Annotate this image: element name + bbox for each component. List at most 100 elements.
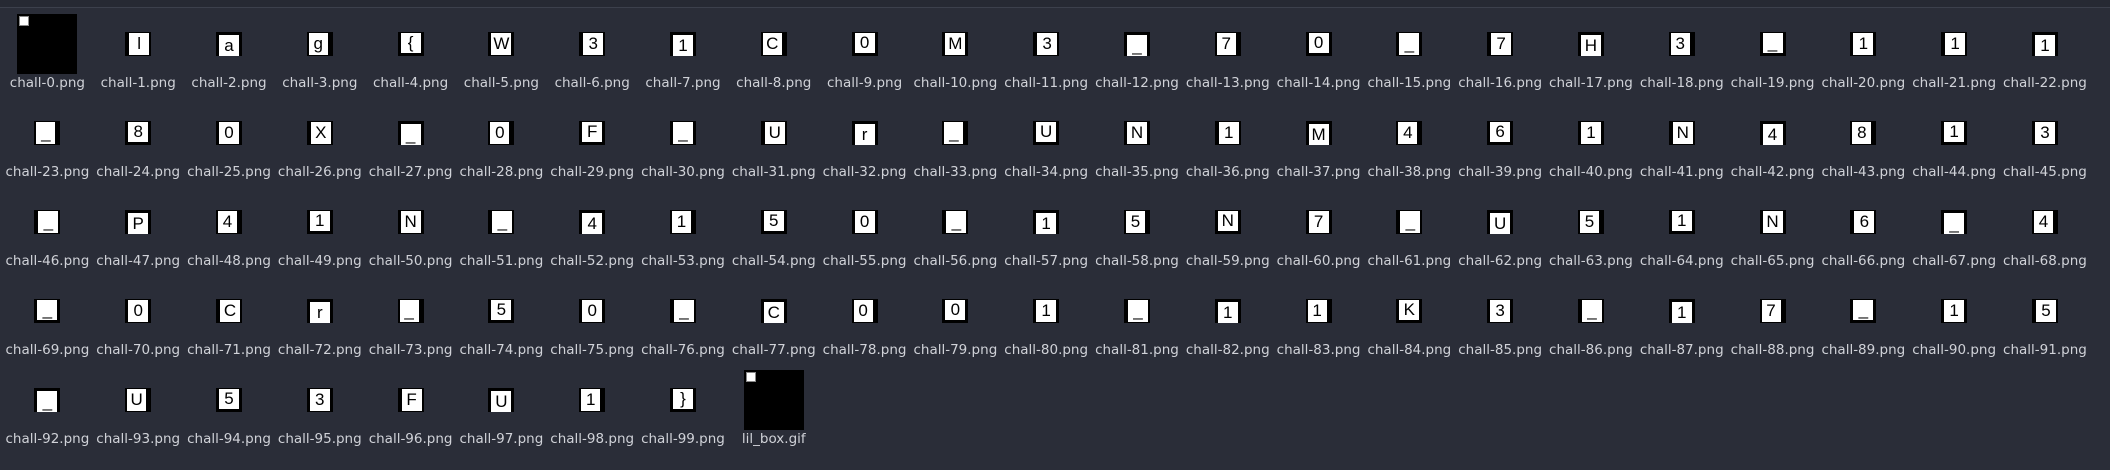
file-item[interactable]: r chall-32.png	[819, 97, 910, 186]
file-item[interactable]: 1 chall-87.png	[1636, 275, 1727, 364]
file-item[interactable]: 1 chall-64.png	[1636, 186, 1727, 275]
file-item[interactable]: 6 chall-39.png	[1455, 97, 1546, 186]
file-item[interactable]: 3 chall-45.png	[2000, 97, 2091, 186]
file-item[interactable]: 8 chall-43.png	[1818, 97, 1909, 186]
file-item[interactable]: 1 chall-57.png	[1001, 186, 1092, 275]
file-item[interactable]: 5 chall-58.png	[1092, 186, 1183, 275]
file-item[interactable]: _ chall-56.png	[910, 186, 1001, 275]
file-item[interactable]: 1 chall-49.png	[274, 186, 365, 275]
file-item[interactable]: 0 chall-75.png	[547, 275, 638, 364]
file-item[interactable]: 5 chall-74.png	[456, 275, 547, 364]
file-item[interactable]: _ chall-27.png	[365, 97, 456, 186]
file-item[interactable]: _ chall-33.png	[910, 97, 1001, 186]
file-item[interactable]: 1 chall-22.png	[2000, 8, 2091, 97]
file-item[interactable]: _ chall-15.png	[1364, 8, 1455, 97]
file-item[interactable]: _ chall-51.png	[456, 186, 547, 275]
file-item[interactable]: Pchall-47.png	[93, 186, 184, 275]
file-item[interactable]: Fchall-96.png	[365, 364, 456, 453]
file-item[interactable]: Hchall-17.png	[1546, 8, 1637, 97]
file-item[interactable]: 1 chall-83.png	[1273, 275, 1364, 364]
file-item[interactable]: Cchall-8.png	[728, 8, 819, 97]
file-item[interactable]: 1 chall-21.png	[1909, 8, 2000, 97]
file-item[interactable]: 3 chall-6.png	[547, 8, 638, 97]
file-item[interactable]: Nchall-41.png	[1636, 97, 1727, 186]
file-item[interactable]: 1 chall-98.png	[547, 364, 638, 453]
file-item[interactable]: 7 chall-88.png	[1727, 275, 1818, 364]
file-item[interactable]: chall-0.png	[2, 8, 93, 97]
file-item[interactable]: l chall-1.png	[93, 8, 184, 97]
file-item[interactable]: 1 chall-20.png	[1818, 8, 1909, 97]
file-item[interactable]: 6 chall-66.png	[1818, 186, 1909, 275]
file-item[interactable]: 4 chall-38.png	[1364, 97, 1455, 186]
file-item[interactable]: 0 chall-28.png	[456, 97, 547, 186]
file-item[interactable]: 1 chall-90.png	[1909, 275, 2000, 364]
file-item[interactable]: Nchall-59.png	[1182, 186, 1273, 275]
file-item[interactable]: Wchall-5.png	[456, 8, 547, 97]
file-item[interactable]: 7 chall-60.png	[1273, 186, 1364, 275]
file-item[interactable]: 7 chall-13.png	[1182, 8, 1273, 97]
file-item[interactable]: {chall-4.png	[365, 8, 456, 97]
file-item[interactable]: g chall-3.png	[274, 8, 365, 97]
file-item[interactable]: 0 chall-9.png	[819, 8, 910, 97]
file-item[interactable]: a chall-2.png	[184, 8, 275, 97]
file-item[interactable]: 1 chall-36.png	[1182, 97, 1273, 186]
file-item[interactable]: Cchall-71.png	[184, 275, 275, 364]
file-item[interactable]: 5 chall-63.png	[1546, 186, 1637, 275]
file-item[interactable]: _ chall-86.png	[1546, 275, 1637, 364]
file-item[interactable]: _ chall-61.png	[1364, 186, 1455, 275]
file-item[interactable]: 3 chall-11.png	[1001, 8, 1092, 97]
file-item[interactable]: 0 chall-79.png	[910, 275, 1001, 364]
file-item[interactable]: 1 chall-44.png	[1909, 97, 2000, 186]
file-item[interactable]: _ chall-73.png	[365, 275, 456, 364]
file-item[interactable]: 0 chall-55.png	[819, 186, 910, 275]
file-item[interactable]: 1 chall-80.png	[1001, 275, 1092, 364]
file-item[interactable]: 1 chall-7.png	[638, 8, 729, 97]
file-item[interactable]: _ chall-92.png	[2, 364, 93, 453]
file-item[interactable]: r chall-72.png	[274, 275, 365, 364]
file-item[interactable]: Uchall-62.png	[1455, 186, 1546, 275]
file-item[interactable]: 0 chall-70.png	[93, 275, 184, 364]
file-item[interactable]: 4 chall-68.png	[2000, 186, 2091, 275]
file-item[interactable]: _ chall-30.png	[638, 97, 729, 186]
file-item[interactable]: Uchall-93.png	[93, 364, 184, 453]
file-item[interactable]: 4 chall-42.png	[1727, 97, 1818, 186]
file-item[interactable]: Uchall-97.png	[456, 364, 547, 453]
file-item[interactable]: _ chall-76.png	[638, 275, 729, 364]
file-item[interactable]: 5 chall-94.png	[184, 364, 275, 453]
file-item[interactable]: Nchall-50.png	[365, 186, 456, 275]
file-item[interactable]: _ chall-12.png	[1092, 8, 1183, 97]
file-item[interactable]: 0 chall-14.png	[1273, 8, 1364, 97]
file-item[interactable]: 0 chall-78.png	[819, 275, 910, 364]
file-item[interactable]: } chall-99.png	[638, 364, 729, 453]
file-item[interactable]: 1 chall-82.png	[1182, 275, 1273, 364]
file-item[interactable]: _ chall-69.png	[2, 275, 93, 364]
file-item[interactable]: _ chall-46.png	[2, 186, 93, 275]
file-item[interactable]: _ chall-81.png	[1092, 275, 1183, 364]
file-item[interactable]: _ chall-23.png	[2, 97, 93, 186]
file-item[interactable]: 1 chall-40.png	[1546, 97, 1637, 186]
file-item[interactable]: lil_box.gif	[728, 364, 819, 453]
file-item[interactable]: 5 chall-54.png	[728, 186, 819, 275]
file-item[interactable]: _ chall-89.png	[1818, 275, 1909, 364]
file-item[interactable]: 3 chall-18.png	[1636, 8, 1727, 97]
file-item[interactable]: Kchall-84.png	[1364, 275, 1455, 364]
file-item[interactable]: 8 chall-24.png	[93, 97, 184, 186]
file-item[interactable]: 7 chall-16.png	[1455, 8, 1546, 97]
file-item[interactable]: Fchall-29.png	[547, 97, 638, 186]
file-item[interactable]: 4 chall-48.png	[184, 186, 275, 275]
file-item[interactable]: 4 chall-52.png	[547, 186, 638, 275]
file-item[interactable]: 0 chall-25.png	[184, 97, 275, 186]
file-item[interactable]: _ chall-67.png	[1909, 186, 2000, 275]
file-item[interactable]: Xchall-26.png	[274, 97, 365, 186]
file-item[interactable]: 5 chall-91.png	[2000, 275, 2091, 364]
file-item[interactable]: _ chall-19.png	[1727, 8, 1818, 97]
file-item[interactable]: Uchall-34.png	[1001, 97, 1092, 186]
file-item[interactable]: Mchall-37.png	[1273, 97, 1364, 186]
file-item[interactable]: Cchall-77.png	[728, 275, 819, 364]
file-item[interactable]: 3 chall-85.png	[1455, 275, 1546, 364]
file-item[interactable]: 3 chall-95.png	[274, 364, 365, 453]
file-item[interactable]: Nchall-65.png	[1727, 186, 1818, 275]
file-item[interactable]: Uchall-31.png	[728, 97, 819, 186]
file-item[interactable]: Mchall-10.png	[910, 8, 1001, 97]
file-item[interactable]: Nchall-35.png	[1092, 97, 1183, 186]
